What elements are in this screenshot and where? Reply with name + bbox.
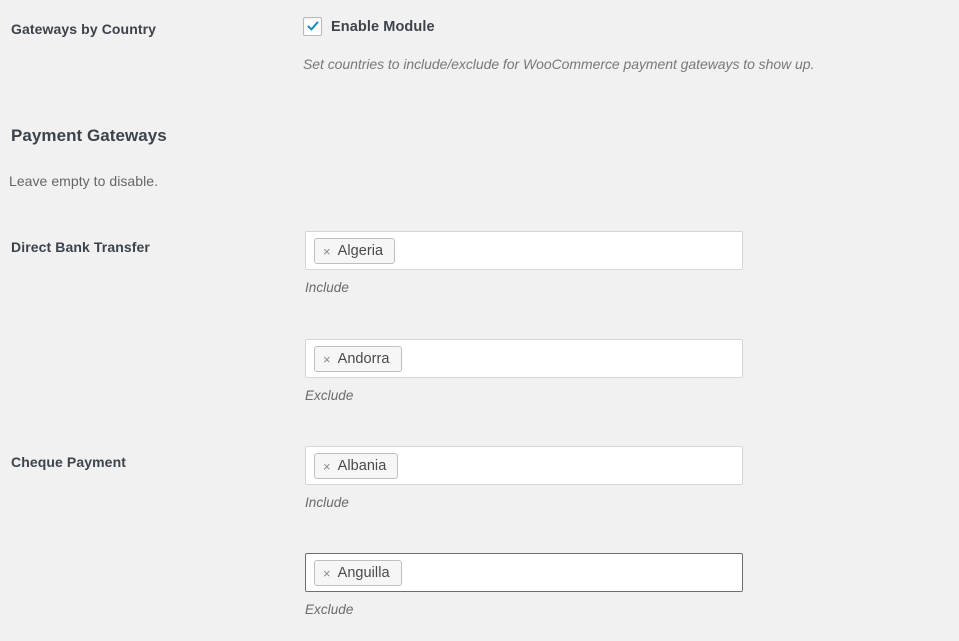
country-tag-label: Algeria <box>337 243 384 259</box>
section-subtitle: Leave empty to disable. <box>9 173 159 189</box>
remove-tag-icon[interactable]: × <box>323 353 331 366</box>
settings-page: Gateways by Country Enable Module Set co… <box>0 0 959 641</box>
module-label: Gateways by Country <box>11 21 157 37</box>
include-hint-direct-bank-transfer: Include <box>305 280 349 295</box>
include-hint-cheque-payment: Include <box>305 495 349 510</box>
section-heading: Payment Gateways <box>11 126 167 145</box>
remove-tag-icon[interactable]: × <box>323 245 331 258</box>
country-tag[interactable]: × Albania <box>314 453 399 479</box>
exclude-hint-cheque-payment: Exclude <box>305 602 354 617</box>
exclude-field-cheque-payment[interactable]: × Anguilla <box>305 553 743 592</box>
country-tag[interactable]: × Anguilla <box>314 560 402 586</box>
gateway-label-cheque-payment: Cheque Payment <box>11 454 126 470</box>
remove-tag-icon[interactable]: × <box>323 567 331 580</box>
enable-module-control[interactable]: Enable Module <box>303 17 435 36</box>
checkmark-icon <box>307 21 319 31</box>
enable-module-checkbox[interactable] <box>303 17 322 36</box>
include-field-direct-bank-transfer[interactable]: × Algeria <box>305 231 743 270</box>
gateway-label-direct-bank-transfer: Direct Bank Transfer <box>11 239 150 255</box>
remove-tag-icon[interactable]: × <box>323 460 331 473</box>
exclude-hint-direct-bank-transfer: Exclude <box>305 388 354 403</box>
include-field-cheque-payment[interactable]: × Albania <box>305 446 743 485</box>
country-tag-label: Albania <box>337 458 387 474</box>
country-tag[interactable]: × Andorra <box>314 346 402 372</box>
country-tag[interactable]: × Algeria <box>314 238 396 264</box>
exclude-field-direct-bank-transfer[interactable]: × Andorra <box>305 339 743 378</box>
country-tag-label: Andorra <box>337 351 390 367</box>
module-description: Set countries to include/exclude for Woo… <box>303 56 815 72</box>
enable-module-label: Enable Module <box>331 18 435 35</box>
country-tag-label: Anguilla <box>337 565 390 581</box>
